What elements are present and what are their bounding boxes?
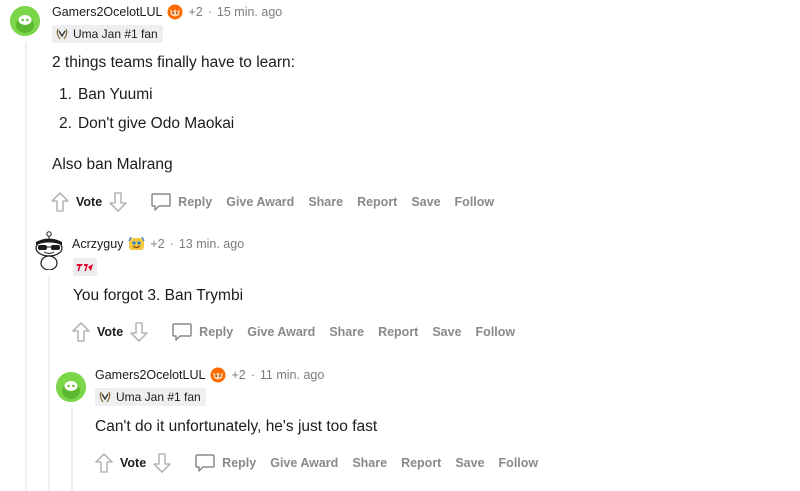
emoji-badge-icon — [128, 236, 145, 252]
arrow-down-icon[interactable] — [108, 191, 128, 213]
report-button[interactable]: Report — [357, 195, 397, 209]
follow-button[interactable]: Follow — [499, 456, 539, 470]
comment-actions: Vote Reply Give Award Share Report Save … — [71, 320, 515, 344]
timestamp[interactable]: 15 min. ago — [217, 5, 282, 19]
follow-button[interactable]: Follow — [455, 195, 495, 209]
avatar[interactable] — [56, 372, 86, 402]
user-flair: Uma Jan #1 fan — [95, 388, 206, 406]
save-button[interactable]: Save — [411, 195, 440, 209]
comment-paragraph: You forgot 3. Ban Trymbi — [73, 287, 244, 304]
vote-count: Vote — [97, 325, 124, 339]
arrow-up-icon[interactable] — [71, 321, 91, 343]
separator: · — [169, 237, 174, 251]
reply-label: Reply — [199, 325, 234, 339]
arrow-down-icon[interactable] — [152, 452, 172, 474]
snoo-avatar-icon — [56, 372, 86, 402]
t1-logo-icon — [73, 258, 97, 276]
separator: · — [207, 5, 212, 19]
list-item-text: Don't give Odo Maokai — [77, 115, 235, 132]
username[interactable]: Acrzyguy — [72, 237, 123, 251]
list-number: 1. — [59, 86, 72, 103]
list-item: 1. Ban Yuumi — [59, 86, 153, 104]
follow-button[interactable]: Follow — [476, 325, 516, 339]
flair-text: Uma Jan #1 fan — [116, 390, 201, 404]
vote-count: Vote — [76, 195, 103, 209]
list-item: 2. Don't give Odo Maokai — [59, 115, 234, 133]
reply-label: Reply — [178, 195, 213, 209]
comment-actions: Vote Reply Give Award Share Report Save … — [50, 190, 494, 214]
username[interactable]: Gamers2OcelotLUL — [52, 5, 162, 19]
save-button[interactable]: Save — [455, 456, 484, 470]
speech-bubble-icon — [172, 323, 192, 341]
user-flair: Uma Jan #1 fan — [52, 25, 163, 43]
reply-label: Reply — [222, 456, 257, 470]
comment-paragraph: Can't do it unfortunately, he's just too… — [95, 418, 378, 435]
reply-button[interactable]: Reply — [194, 453, 256, 473]
comment-paragraph: 2 things teams finally have to learn: — [52, 54, 295, 71]
list-item-text: Ban Yuumi — [77, 86, 153, 103]
speech-bubble-icon — [151, 193, 171, 211]
give-award-button[interactable]: Give Award — [247, 325, 315, 339]
score: +2 — [231, 368, 246, 382]
fox-badge-icon — [167, 4, 183, 20]
score: +2 — [150, 237, 165, 251]
arrow-up-icon[interactable] — [50, 191, 70, 213]
share-button[interactable]: Share — [329, 325, 364, 339]
list-number: 2. — [59, 115, 72, 132]
score: +2 — [188, 5, 203, 19]
give-award-button[interactable]: Give Award — [226, 195, 294, 209]
give-award-button[interactable]: Give Award — [270, 456, 338, 470]
share-button[interactable]: Share — [308, 195, 343, 209]
speech-bubble-icon — [195, 454, 215, 472]
arrow-up-icon[interactable] — [94, 452, 114, 474]
avatar[interactable] — [31, 230, 67, 270]
fox-badge-icon — [210, 367, 226, 383]
share-button[interactable]: Share — [352, 456, 387, 470]
save-button[interactable]: Save — [432, 325, 461, 339]
avatar[interactable] — [10, 6, 40, 36]
snoo-avatar-icon — [10, 6, 40, 36]
report-button[interactable]: Report — [401, 456, 441, 470]
thread-line[interactable] — [48, 276, 50, 491]
arrow-down-icon[interactable] — [129, 321, 149, 343]
vote-count: Vote — [120, 456, 147, 470]
laurel-icon — [99, 391, 111, 403]
laurel-icon — [56, 28, 68, 40]
separator: · — [250, 368, 255, 382]
thread-line[interactable] — [25, 42, 27, 491]
snoo-avatar-icon — [35, 231, 63, 270]
timestamp[interactable]: 13 min. ago — [179, 237, 244, 251]
username[interactable]: Gamers2OcelotLUL — [95, 368, 205, 382]
report-button[interactable]: Report — [378, 325, 418, 339]
comment-actions: Vote Reply Give Award Share Report Save … — [94, 451, 538, 475]
reply-button[interactable]: Reply — [171, 322, 233, 342]
comment-paragraph: Also ban Malrang — [52, 156, 173, 173]
flair-text: Uma Jan #1 fan — [73, 27, 158, 41]
reply-button[interactable]: Reply — [150, 192, 212, 212]
thread-line[interactable] — [71, 408, 73, 491]
timestamp[interactable]: 11 min. ago — [260, 368, 324, 382]
